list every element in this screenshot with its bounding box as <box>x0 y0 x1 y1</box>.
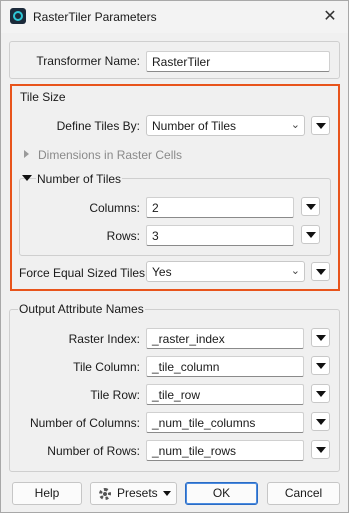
columns-input[interactable]: 2 <box>146 197 294 218</box>
define-tiles-menu-button[interactable] <box>311 116 330 135</box>
raster-index-menu-button[interactable] <box>311 328 330 347</box>
force-equal-value: Yes <box>152 265 172 279</box>
define-tiles-label: Define Tiles By: <box>56 119 140 133</box>
collapsed-arrow-icon[interactable] <box>24 150 29 158</box>
tile-row-label: Tile Row: <box>90 388 140 402</box>
columns-menu-button[interactable] <box>301 197 320 216</box>
raster-index-input[interactable]: _raster_index <box>146 328 304 349</box>
number-of-columns-input[interactable]: _num_tile_columns <box>146 412 304 433</box>
force-equal-label: Force Equal Sized Tiles: <box>19 266 149 280</box>
tile-row-input[interactable]: _tile_row <box>146 384 304 405</box>
presets-dropdown-icon <box>163 491 171 496</box>
number-of-columns-menu-button[interactable] <box>311 412 330 431</box>
force-equal-select[interactable]: Yes ⌄ <box>146 261 305 282</box>
number-of-rows-menu-button[interactable] <box>311 440 330 459</box>
number-of-tiles-title: Number of Tiles <box>36 172 123 186</box>
number-of-columns-label: Number of Columns: <box>29 416 140 430</box>
fme-app-icon <box>10 8 26 24</box>
tile-row-menu-button[interactable] <box>311 384 330 403</box>
number-of-rows-label: Number of Rows: <box>47 444 140 458</box>
columns-label: Columns: <box>89 201 140 215</box>
force-equal-menu-button[interactable] <box>311 262 330 281</box>
gear-icon <box>99 488 111 500</box>
presets-label: Presets <box>117 486 158 500</box>
define-tiles-value: Number of Tiles <box>152 119 237 133</box>
tile-size-title: Tile Size <box>19 90 67 104</box>
dialog-window: RasterTiler Parameters ✕ Transformer Nam… <box>0 0 349 513</box>
title-bar: RasterTiler Parameters ✕ <box>1 1 348 33</box>
rows-label: Rows: <box>106 229 140 243</box>
number-of-rows-input[interactable]: _num_tile_rows <box>146 440 304 461</box>
help-button[interactable]: Help <box>12 482 82 505</box>
close-icon[interactable]: ✕ <box>318 5 342 29</box>
rows-menu-button[interactable] <box>301 225 320 244</box>
chevron-down-icon: ⌄ <box>290 265 300 277</box>
tile-column-menu-button[interactable] <box>311 356 330 375</box>
output-attributes-title: Output Attribute Names <box>18 302 145 316</box>
dimensions-section-toggle[interactable]: Dimensions in Raster Cells <box>38 148 182 162</box>
transformer-name-input[interactable]: RasterTiler <box>146 51 330 72</box>
raster-index-label: Raster Index: <box>68 332 140 346</box>
tile-column-input[interactable]: _tile_column <box>146 356 304 377</box>
tile-column-label: Tile Column: <box>73 360 140 374</box>
transformer-name-label: Transformer Name: <box>36 54 140 68</box>
window-title: RasterTiler Parameters <box>33 10 157 24</box>
expanded-arrow-icon[interactable] <box>22 175 32 181</box>
rows-input[interactable]: 3 <box>146 225 294 246</box>
ok-button[interactable]: OK <box>185 482 258 505</box>
cancel-button[interactable]: Cancel <box>267 482 340 505</box>
presets-button[interactable]: Presets <box>90 482 177 505</box>
chevron-down-icon: ⌄ <box>290 119 300 131</box>
define-tiles-select[interactable]: Number of Tiles ⌄ <box>146 115 305 136</box>
